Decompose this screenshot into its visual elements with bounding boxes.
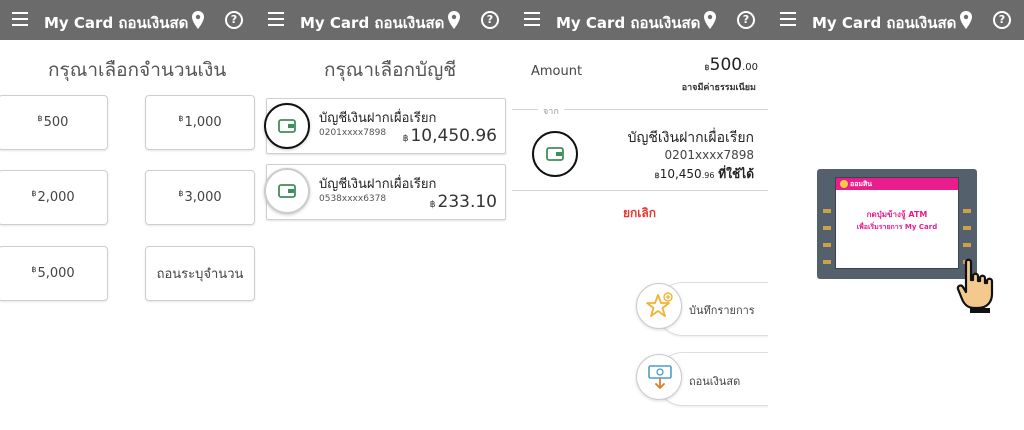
help-icon[interactable]: ? bbox=[993, 11, 1011, 29]
help-icon[interactable]: ? bbox=[737, 11, 755, 29]
custom-amount-label: ถอนระบุจำนวน bbox=[156, 267, 244, 282]
atm-side-button bbox=[823, 243, 831, 247]
atm-screen: ออมสิน กดปุ่มข้างจู้ ATM เพื่อเริ่มรายกา… bbox=[835, 177, 959, 269]
amount-label: 1,000 bbox=[184, 115, 222, 130]
account-name: บัญชีเงินฝากเผื่อเรียก bbox=[319, 111, 437, 126]
menu-icon[interactable] bbox=[780, 12, 796, 26]
app-title: My Card ถอนเงินสด bbox=[44, 14, 189, 32]
amount-2000-button[interactable]: ฿ 2,000 bbox=[0, 170, 108, 225]
menu-icon[interactable] bbox=[12, 12, 28, 26]
atm-side-button bbox=[963, 243, 971, 247]
account-name: บัญชีเงินฝากเผื่อเรียก bbox=[627, 130, 754, 146]
atm-side-button bbox=[963, 226, 971, 230]
app-bar: My Card ถอนเงินสด ? bbox=[768, 0, 1024, 40]
app-bar: My Card ถอนเงินสด ? bbox=[256, 0, 512, 40]
wallet-icon bbox=[532, 131, 578, 177]
app-title: My Card ถอนเงินสด bbox=[556, 14, 701, 32]
amount-label: 5,000 bbox=[37, 266, 75, 281]
withdraw-cash-label: ถอนเงินสด bbox=[689, 375, 741, 388]
menu-icon[interactable] bbox=[524, 12, 540, 26]
from-label: จาก bbox=[538, 104, 564, 118]
account-balance: ฿ 10,450.96 bbox=[402, 126, 497, 146]
bank-logo-icon bbox=[840, 180, 848, 188]
menu-icon[interactable] bbox=[268, 12, 284, 26]
atm-instruction-line2: เพื่อเริ่มรายการ My Card bbox=[856, 223, 938, 231]
pointing-hand-icon bbox=[956, 258, 994, 313]
location-pin-icon[interactable] bbox=[447, 11, 461, 29]
amount-label: 500 bbox=[43, 115, 69, 130]
save-transaction-label: บันทึกรายการ bbox=[689, 304, 755, 317]
available-balance: ฿10,450.96 ที่ใช้ได้ bbox=[654, 167, 754, 181]
location-pin-icon[interactable] bbox=[959, 11, 973, 29]
amount-500-button[interactable]: ฿ 500 bbox=[0, 95, 108, 150]
star-icon bbox=[636, 283, 682, 329]
help-icon[interactable]: ? bbox=[481, 11, 499, 29]
page-title: กรุณาเลือกบัญชี bbox=[324, 59, 457, 81]
amount-1000-button[interactable]: ฿ 1,000 bbox=[145, 95, 255, 150]
app-title: My Card ถอนเงินสด bbox=[812, 14, 957, 32]
account-number: 0201xxxx7898 bbox=[319, 128, 387, 138]
cancel-button[interactable]: ยกเลิก bbox=[623, 204, 656, 223]
atm-side-button bbox=[823, 226, 831, 230]
app-bar: My Card ถอนเงินสด ? bbox=[512, 0, 768, 40]
divider bbox=[512, 190, 768, 191]
panel-amount-select: My Card ถอนเงินสด ? กรุณาเลือกจำนวนเงิน … bbox=[0, 0, 256, 430]
atm-side-button bbox=[823, 260, 831, 264]
location-pin-icon[interactable] bbox=[703, 11, 717, 29]
amount-label: Amount bbox=[531, 64, 583, 79]
amount-label: 2,000 bbox=[37, 190, 75, 205]
atm-illustration: ออมสิน กดปุ่มข้างจู้ ATM เพื่อเริ่มรายกา… bbox=[817, 169, 977, 279]
custom-amount-button[interactable]: ถอนระบุจำนวน bbox=[145, 246, 255, 301]
panel-account-select: My Card ถอนเงินสด ? กรุณาเลือกบัญชี บัญช… bbox=[256, 0, 512, 430]
account-name: บัญชีเงินฝากเผื่อเรียก bbox=[319, 177, 437, 192]
app-bar: My Card ถอนเงินสด ? bbox=[0, 0, 256, 40]
panel-confirm: My Card ถอนเงินสด ? Amount ฿500.00 อาจมี… bbox=[512, 0, 768, 430]
account-number: 0538xxxx6378 bbox=[319, 194, 387, 204]
page-title: กรุณาเลือกจำนวนเงิน bbox=[48, 59, 227, 81]
cash-withdraw-icon bbox=[636, 354, 682, 400]
amount-label: 3,000 bbox=[184, 190, 222, 205]
account-number: 0201xxxx7898 bbox=[664, 148, 754, 162]
atm-screen-header: ออมสิน bbox=[836, 178, 958, 190]
amount-3000-button[interactable]: ฿ 3,000 bbox=[145, 170, 255, 225]
fee-note: อาจมีค่าธรรมเนียม bbox=[681, 83, 756, 93]
wallet-selected-icon[interactable] bbox=[264, 103, 310, 149]
amount-5000-button[interactable]: ฿ 5,000 bbox=[0, 246, 108, 301]
atm-side-button bbox=[963, 209, 971, 213]
panel-atm-instruction: My Card ถอนเงินสด ? ออมสิน กดปุ่มข้างจู้… bbox=[768, 0, 1024, 430]
atm-side-button bbox=[823, 209, 831, 213]
amount-value: ฿500.00 bbox=[704, 55, 758, 75]
wallet-icon[interactable] bbox=[264, 168, 310, 214]
app-title: My Card ถอนเงินสด bbox=[300, 14, 445, 32]
location-pin-icon[interactable] bbox=[191, 11, 205, 29]
help-icon[interactable]: ? bbox=[225, 11, 243, 29]
bank-logo-text: ออมสิน bbox=[850, 180, 873, 188]
account-balance: ฿ 233.10 bbox=[429, 192, 497, 212]
atm-instruction-line1: กดปุ่มข้างจู้ ATM bbox=[866, 210, 928, 219]
